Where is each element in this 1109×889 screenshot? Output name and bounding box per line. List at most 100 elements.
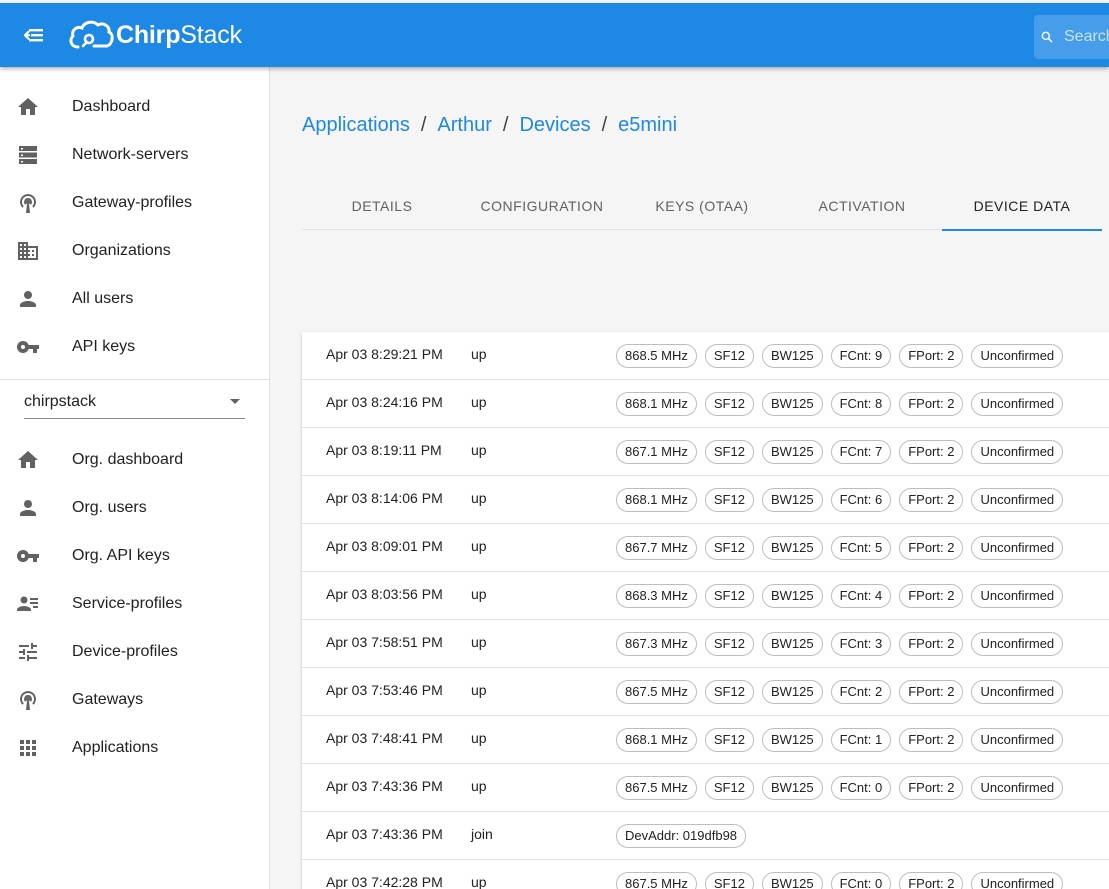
row-chips: 868.1 MHz SF12 BW125 FCnt: 6 FPort: 2 Unconfi… (616, 488, 1071, 512)
device-data-row[interactable]: Apr 03 8:09:01 PM up 867.7 MHz SF12 BW125 FCn… (302, 524, 1109, 572)
device-data-row[interactable]: Apr 03 8:24:16 PM up 868.1 MHz SF12 BW125 FCn… (302, 380, 1109, 428)
frame-info-chip: SF12 (704, 728, 754, 752)
device-data-row[interactable]: Apr 03 8:29:21 PM up 868.5 MHz SF12 BW125 FCn… (302, 332, 1109, 380)
device-data-row[interactable]: Apr 03 8:03:56 PM up 868.3 MHz SF12 BW125 FCn… (302, 572, 1109, 620)
breadcrumb-applications[interactable]: Applications (302, 114, 410, 137)
frame-info-chip: SF12 (704, 584, 754, 608)
row-frame-type: up (471, 538, 487, 554)
row-timestamp: Apr 03 7:53:46 PM (326, 682, 443, 698)
sidebar-divider (0, 379, 269, 380)
device-data-row[interactable]: Apr 03 7:43:36 PM join DevAddr: 019dfb98 (302, 812, 1109, 860)
sidebar-item-gateways[interactable]: Gateways (0, 676, 269, 724)
sidebar-item-label: Applications (72, 739, 159, 756)
frame-info-chip: Unconfirmed (971, 584, 1064, 608)
frame-info-chip: 868.1 MHz (616, 488, 697, 512)
sidebar-item-organizations[interactable]: Organizations (0, 227, 269, 275)
sidebar-item-service-profiles[interactable]: Service-profiles (0, 580, 269, 628)
row-timestamp: Apr 03 7:48:41 PM (326, 730, 443, 746)
sidebar-item-org-dashboard[interactable]: Org. dashboard (0, 436, 269, 484)
breadcrumb-devices[interactable]: Devices (519, 114, 590, 137)
row-chips: 868.3 MHz SF12 BW125 FCnt: 4 FPort: 2 Unconfi… (616, 584, 1071, 608)
sidebar-item-label: Org. users (72, 499, 147, 516)
antenna-icon (16, 191, 40, 215)
frame-info-chip: Unconfirmed (971, 680, 1064, 704)
row-timestamp: Apr 03 8:03:56 PM (326, 586, 443, 602)
sidebar-item-network-servers[interactable]: Network-servers (0, 131, 269, 179)
search-input[interactable] (1064, 28, 1109, 46)
tab-configuration[interactable]: CONFIGURATION (462, 182, 622, 230)
row-timestamp: Apr 03 8:09:01 PM (326, 538, 443, 554)
sidebar-item-applications[interactable]: Applications (0, 724, 269, 772)
frame-info-chip: SF12 (704, 392, 754, 416)
sidebar-item-dashboard[interactable]: Dashboard (0, 83, 269, 131)
row-frame-type: up (471, 346, 487, 362)
frame-info-chip: 867.5 MHz (616, 872, 697, 889)
frame-info-chip: Unconfirmed (971, 536, 1064, 560)
frame-info-chip: BW125 (761, 872, 823, 889)
sidebar-item-gateway-profiles[interactable]: Gateway-profiles (0, 179, 269, 227)
menu-open-icon (23, 29, 43, 42)
tab-keys-otaa[interactable]: KEYS (OTAA) (622, 182, 782, 230)
building-icon (16, 239, 40, 263)
search-box[interactable] (1034, 15, 1109, 59)
sidebar-item-label: API keys (72, 338, 136, 355)
person-icon (16, 496, 40, 520)
frame-info-chip: 868.5 MHz (616, 344, 697, 368)
organization-select-value: chirpstack (24, 392, 97, 410)
search-icon (1041, 31, 1053, 43)
frame-info-chip: FPort: 2 (899, 872, 964, 889)
frame-info-chip: FCnt: 1 (830, 728, 892, 752)
device-data-row[interactable]: Apr 03 7:43:36 PM up 867.5 MHz SF12 BW125 FCn… (302, 764, 1109, 812)
tab-details[interactable]: DETAILS (302, 182, 462, 230)
device-data-row[interactable]: Apr 03 7:58:51 PM up 867.3 MHz SF12 BW125 FCn… (302, 620, 1109, 668)
frame-info-chip: SF12 (704, 344, 754, 368)
tab-activation[interactable]: ACTIVATION (782, 182, 942, 230)
menu-collapse-button[interactable] (20, 21, 50, 49)
frame-info-chip: FCnt: 4 (830, 584, 892, 608)
device-data-row[interactable]: Apr 03 7:53:46 PM up 867.5 MHz SF12 BW125 FCn… (302, 668, 1109, 716)
frame-info-chip: SF12 (704, 776, 754, 800)
organization-select[interactable]: chirpstack (24, 385, 245, 419)
device-data-row[interactable]: Apr 03 7:48:41 PM up 868.1 MHz SF12 BW125 FCn… (302, 716, 1109, 764)
app-bar: ChirpStack (0, 3, 1109, 67)
row-frame-type: up (471, 490, 487, 506)
row-chips: 867.5 MHz SF12 BW125 FCnt: 0 FPort: 2 Unconfi… (616, 776, 1071, 800)
frame-info-chip: Unconfirmed (971, 344, 1064, 368)
frame-info-chip: 867.3 MHz (616, 632, 697, 656)
frame-info-chip: FCnt: 9 (830, 344, 892, 368)
frame-info-chip: FCnt: 0 (830, 776, 892, 800)
sidebar-item-device-profiles[interactable]: Device-profiles (0, 628, 269, 676)
frame-info-chip: FCnt: 6 (830, 488, 892, 512)
breadcrumb-application[interactable]: Arthur (437, 114, 491, 137)
frame-info-chip: 868.3 MHz (616, 584, 697, 608)
frame-info-chip: BW125 (761, 440, 823, 464)
frame-info-chip: FCnt: 3 (830, 632, 892, 656)
tab-device-data[interactable]: DEVICE DATA (942, 182, 1102, 231)
sidebar-item-api-keys[interactable]: API keys (0, 323, 269, 371)
frame-info-chip: BW125 (761, 776, 823, 800)
frame-info-chip: Unconfirmed (971, 440, 1064, 464)
device-data-list: Apr 03 8:29:21 PM up 868.5 MHz SF12 BW125 FCn… (302, 332, 1109, 889)
frame-info-chip: FCnt: 0 (830, 872, 892, 889)
frame-info-chip: FCnt: 5 (830, 536, 892, 560)
cloud-logo-icon (69, 20, 114, 49)
device-data-row[interactable]: Apr 03 7:42:28 PM up 867.5 MHz SF12 BW125 FCn… (302, 860, 1109, 889)
frame-info-chip: Unconfirmed (971, 776, 1064, 800)
row-chips: 868.5 MHz SF12 BW125 FCnt: 9 FPort: 2 Unconfi… (616, 344, 1071, 368)
sidebar-item-org-users[interactable]: Org. users (0, 484, 269, 532)
apps-grid-icon (16, 736, 40, 760)
sidebar-item-all-users[interactable]: All users (0, 275, 269, 323)
frame-info-chip: FCnt: 2 (830, 680, 892, 704)
row-timestamp: Apr 03 7:43:36 PM (326, 826, 443, 842)
sidebar-item-org-api-keys[interactable]: Org. API keys (0, 532, 269, 580)
device-tabs: DETAILS CONFIGURATION KEYS (OTAA) ACTIVA… (302, 182, 1102, 231)
chirpstack-logo[interactable]: ChirpStack (68, 15, 242, 55)
row-frame-type: up (471, 586, 487, 602)
device-data-row[interactable]: Apr 03 8:14:06 PM up 868.1 MHz SF12 BW125 FCn… (302, 476, 1109, 524)
frame-info-chip: 867.5 MHz (616, 776, 697, 800)
row-frame-type: up (471, 778, 487, 794)
frame-info-chip: 867.1 MHz (616, 440, 697, 464)
breadcrumb-device[interactable]: e5mini (618, 114, 677, 137)
device-data-row[interactable]: Apr 03 8:19:11 PM up 867.1 MHz SF12 BW125 FCn… (302, 428, 1109, 476)
frame-info-chip: BW125 (761, 392, 823, 416)
